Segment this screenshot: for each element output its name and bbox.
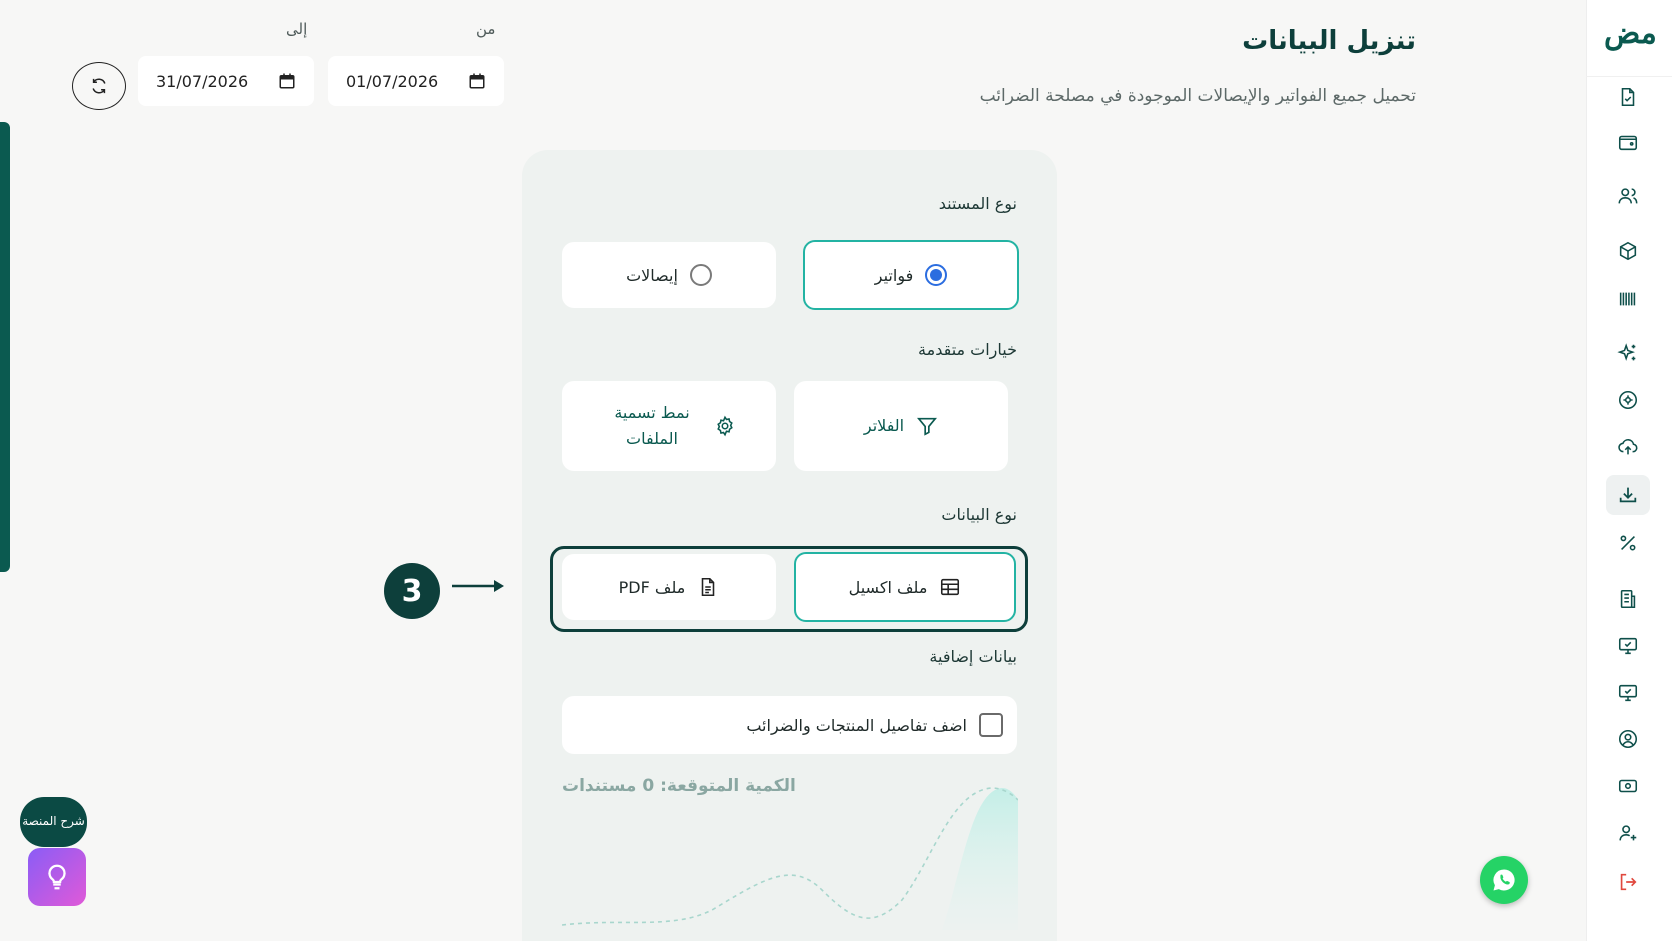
percent-icon: [1617, 532, 1639, 554]
sidebar-item-wallet[interactable]: [1606, 122, 1650, 162]
sparkle-icon: [1617, 342, 1639, 364]
box-icon: [1617, 240, 1639, 262]
extra-details-label: اضف تفاصيل المنتجات والضرائب: [746, 715, 967, 735]
download-form-panel: نوع المستند فواتير إيصالات خيارات متقدمة…: [522, 150, 1057, 941]
building-icon: [1617, 588, 1639, 610]
user-circle-icon: [1617, 728, 1639, 750]
invoices-option-label: فواتير: [874, 265, 914, 285]
sidebar-item-company[interactable]: [1606, 579, 1650, 619]
sidebar-item-add-user[interactable]: [1606, 813, 1650, 853]
monitor-check-icon: [1617, 682, 1639, 704]
excel-option-label: ملف اكسيل: [848, 577, 928, 597]
sidebar-item-download[interactable]: [1606, 475, 1650, 515]
advanced-options-label: خيارات متقدمة: [918, 340, 1017, 359]
gear-icon: [714, 415, 736, 437]
extra-details-checkbox[interactable]: [979, 713, 1003, 737]
invoices-radio[interactable]: [925, 264, 948, 286]
users-icon: [1617, 185, 1639, 207]
scrollbar[interactable]: [0, 122, 10, 572]
sidebar-item-tax[interactable]: [1606, 523, 1650, 563]
sidebar-item-settings[interactable]: [1606, 380, 1650, 420]
sidebar-item-payments[interactable]: [1606, 766, 1650, 806]
refresh-button[interactable]: [72, 62, 126, 110]
filter-icon: [916, 415, 938, 437]
sidebar-item-account[interactable]: [1606, 719, 1650, 759]
sidebar-item-barcode[interactable]: [1606, 279, 1650, 319]
receipts-radio[interactable]: [689, 264, 712, 286]
extra-data-label: بيانات إضافية: [929, 647, 1017, 666]
file-naming-button[interactable]: نمط تسمية الملفات: [562, 381, 776, 471]
platform-guide-button[interactable]: شرح المنصة: [20, 797, 87, 847]
sidebar-item-products[interactable]: [1606, 231, 1650, 271]
calendar-icon[interactable]: [278, 72, 296, 90]
invoices-option[interactable]: فواتير: [803, 240, 1019, 310]
step-marker: 3: [384, 563, 440, 619]
sidebar-item-ai[interactable]: [1606, 333, 1650, 373]
upload-icon: [1617, 436, 1639, 458]
sidebar: مض: [1586, 0, 1672, 941]
date-from-label: من: [476, 20, 496, 38]
document-type-label: نوع المستند: [938, 194, 1017, 213]
file-naming-label: نمط تسمية الملفات: [614, 403, 690, 448]
sidebar-item-monitor-1[interactable]: [1606, 626, 1650, 666]
settings-icon: [1617, 389, 1639, 411]
logout-icon: [1617, 871, 1639, 893]
sidebar-item-documents[interactable]: [1606, 77, 1650, 117]
monitor-check-icon: [1617, 635, 1639, 657]
date-to-label: إلى: [286, 20, 308, 38]
date-from-input[interactable]: 01/07/2026: [328, 56, 504, 106]
refresh-icon: [89, 76, 109, 96]
sidebar-item-monitor-2[interactable]: [1606, 673, 1650, 713]
decorative-wave: [562, 787, 1018, 930]
brand-logo[interactable]: مض: [1604, 14, 1657, 54]
pdf-option-label: ملف PDF: [618, 577, 686, 597]
page-title: تنزيل البيانات: [1242, 26, 1416, 56]
lightbulb-icon: [42, 862, 72, 892]
cash-icon: [1617, 775, 1639, 797]
extra-details-option[interactable]: اضف تفاصيل المنتجات والضرائب: [562, 696, 1017, 754]
calendar-icon[interactable]: [468, 72, 486, 90]
barcode-icon: [1617, 288, 1639, 310]
filters-button[interactable]: الفلاتر: [794, 381, 1008, 471]
receipts-option-label: إيصالات: [626, 265, 678, 285]
user-add-icon: [1617, 822, 1639, 844]
date-to-input[interactable]: 31/07/2026: [138, 56, 314, 106]
pdf-option[interactable]: ملف PDF: [562, 554, 776, 620]
table-icon: [939, 576, 961, 598]
step-arrow-icon: [452, 580, 504, 592]
sidebar-item-customers[interactable]: [1606, 176, 1650, 216]
filters-label: الفلاتر: [863, 416, 905, 436]
date-to-value: 31/07/2026: [156, 71, 249, 91]
whatsapp-button[interactable]: [1480, 856, 1528, 904]
excel-option[interactable]: ملف اكسيل: [794, 552, 1016, 622]
download-icon: [1617, 484, 1639, 506]
sidebar-item-logout[interactable]: [1606, 862, 1650, 902]
whatsapp-icon: [1490, 866, 1518, 894]
file-text-icon: [697, 576, 719, 598]
document-icon: [1617, 86, 1639, 108]
page-subtitle: تحميل جميع الفواتير والإيصالات الموجودة …: [979, 86, 1416, 106]
wallet-icon: [1617, 131, 1639, 153]
receipts-option[interactable]: إيصالات: [562, 242, 776, 308]
sidebar-item-upload[interactable]: [1606, 427, 1650, 467]
date-from-value: 01/07/2026: [346, 71, 439, 91]
data-type-label: نوع البيانات: [941, 505, 1017, 524]
tips-button[interactable]: [28, 848, 86, 906]
